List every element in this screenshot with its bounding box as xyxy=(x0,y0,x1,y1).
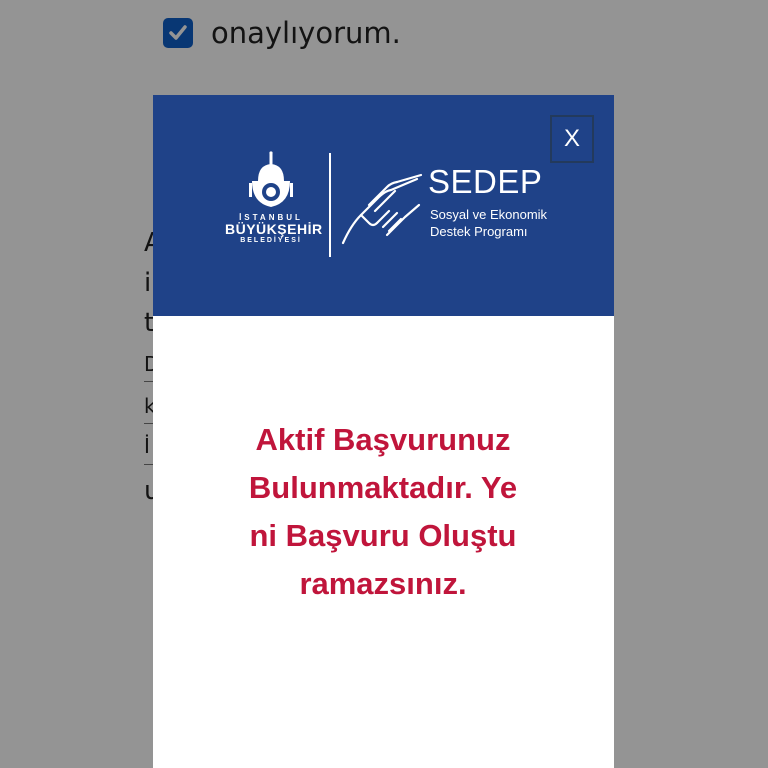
ibb-logo: İSTANBUL BÜYÜKŞEHİR BELEDİYESİ xyxy=(225,151,323,244)
logo-divider xyxy=(329,153,331,257)
page: onaylıyorum. A i t D k İ u xyxy=(0,0,768,768)
alert-message: Aktif Başvurunuz Bulunmaktadır. Yeni Baş… xyxy=(248,422,518,601)
ibb-emblem-icon xyxy=(249,151,293,207)
sedep-subtitle: Sosyal ve Ekonomik xyxy=(430,207,548,222)
modal-header: İSTANBUL BÜYÜKŞEHİR BELEDİYESİ SEDEP Sos… xyxy=(153,95,614,316)
ibb-name-main: BÜYÜKŞEHİR xyxy=(225,221,323,237)
close-button[interactable]: X xyxy=(550,115,594,163)
hands-icon xyxy=(341,173,423,245)
sedep-title: SEDEP xyxy=(428,163,543,200)
sedep-subtitle: Destek Programı xyxy=(430,224,528,239)
alert-modal: İSTANBUL BÜYÜKŞEHİR BELEDİYESİ SEDEP Sos… xyxy=(153,95,614,768)
ibb-name-bottom: BELEDİYESİ xyxy=(240,237,302,244)
